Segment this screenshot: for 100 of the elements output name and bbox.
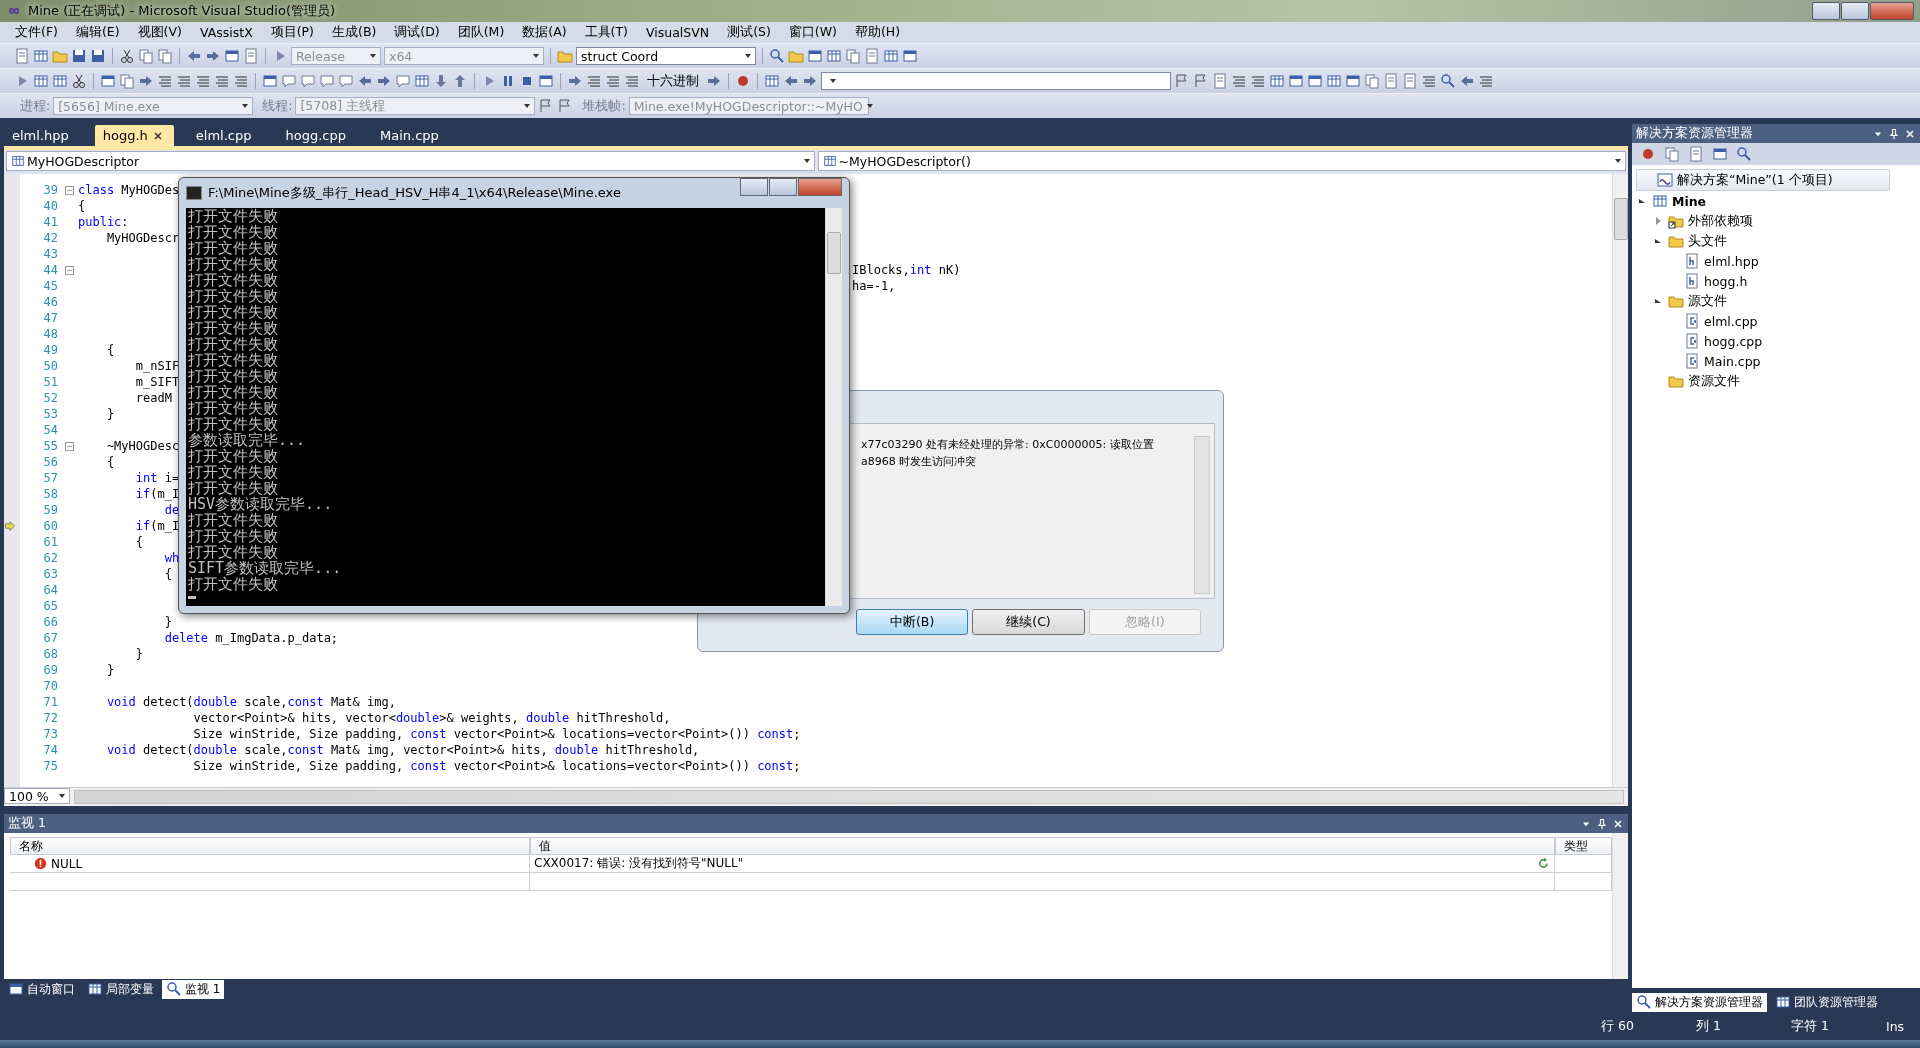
horizontal-scrollbar[interactable] [74, 790, 1624, 804]
menu-item[interactable]: 项目(P) [261, 22, 323, 43]
search-icon[interactable] [1736, 146, 1752, 162]
expander-icon[interactable] [1655, 239, 1661, 243]
tree-item[interactable]: 资源文件 [1632, 371, 1920, 391]
document-icon[interactable] [1402, 73, 1418, 89]
grid-icon[interactable] [1326, 73, 1342, 89]
window-icon[interactable] [1288, 73, 1304, 89]
window-icon[interactable] [1345, 73, 1361, 89]
refresh-icon[interactable] [1537, 857, 1550, 870]
speech-bubble-icon[interactable] [300, 73, 316, 89]
tree-item[interactable]: hogg.h [1632, 271, 1920, 291]
copy-icon[interactable] [157, 48, 173, 64]
document-icon[interactable] [864, 48, 880, 64]
vertical-scrollbar[interactable] [1612, 833, 1628, 979]
grid-icon[interactable] [764, 73, 780, 89]
close-icon[interactable] [1904, 127, 1916, 140]
save-icon[interactable] [71, 48, 87, 64]
vertical-scrollbar[interactable] [1612, 174, 1628, 787]
menu-item[interactable]: 文件(F) [6, 22, 67, 43]
grid-icon[interactable] [33, 48, 49, 64]
cut-icon[interactable] [71, 73, 87, 89]
menu-item[interactable]: 编辑(E) [66, 22, 129, 43]
search-icon[interactable] [1440, 73, 1456, 89]
column-header[interactable]: 类型 [1555, 837, 1612, 855]
lines-icon[interactable] [1478, 73, 1494, 89]
close-button[interactable] [1870, 2, 1914, 20]
tree-item[interactable]: Main.cpp [1632, 351, 1920, 371]
pin-icon[interactable] [1596, 817, 1608, 830]
left-arrow-icon[interactable] [186, 48, 202, 64]
menu-item[interactable]: 团队(M) [448, 22, 514, 43]
member-dropdown[interactable]: ~MyHOGDescriptor() [817, 151, 1626, 171]
speech-bubble-icon[interactable] [319, 73, 335, 89]
menu-item[interactable]: 视图(V) [128, 22, 191, 43]
left-arrow-icon[interactable] [357, 73, 373, 89]
minimize-button[interactable] [1812, 2, 1840, 20]
document-tab[interactable]: hogg.cpp [277, 125, 358, 146]
close-icon[interactable] [153, 131, 162, 140]
menu-item[interactable]: 数据(A) [513, 22, 576, 43]
copy-icon[interactable] [845, 48, 861, 64]
window-icon[interactable] [538, 73, 554, 89]
document-icon[interactable] [14, 48, 30, 64]
speech-bubble-icon[interactable] [281, 73, 297, 89]
save-icon[interactable] [90, 48, 106, 64]
window-icon[interactable] [224, 48, 240, 64]
document-tab[interactable]: hogg.h [94, 125, 174, 146]
lines-icon[interactable] [1231, 73, 1247, 89]
maximize-button[interactable] [1841, 2, 1869, 20]
left-arrow-icon[interactable] [783, 73, 799, 89]
tree-item[interactable]: elml.hpp [1632, 251, 1920, 271]
window-icon[interactable] [262, 73, 278, 89]
close-icon[interactable] [1612, 817, 1624, 830]
window-icon[interactable] [100, 73, 116, 89]
document-tab[interactable]: elml.cpp [187, 125, 264, 146]
menu-item[interactable]: 调试(D) [385, 22, 449, 43]
column-header[interactable]: 值 [530, 837, 1555, 855]
menu-item[interactable]: VAssistX [190, 23, 262, 42]
expander-icon[interactable] [1655, 299, 1661, 303]
tree-item[interactable]: 源文件 [1632, 291, 1920, 311]
grid-icon[interactable] [414, 73, 430, 89]
menu-item[interactable]: 工具(T) [575, 22, 637, 43]
collapse-icon[interactable] [64, 185, 74, 195]
grid-icon[interactable] [33, 73, 49, 89]
maximize-button[interactable] [769, 178, 797, 196]
menu-item[interactable]: VisualSVN [637, 23, 719, 42]
panel-tab[interactable]: 局部变量 [83, 979, 158, 999]
empty-dropdown[interactable] [821, 72, 1171, 90]
copy-icon[interactable] [1364, 73, 1380, 89]
grid-icon[interactable] [883, 48, 899, 64]
lines-icon[interactable] [586, 73, 602, 89]
folder-icon[interactable] [557, 48, 573, 64]
find-dropdown[interactable]: struct Coord [576, 47, 756, 65]
menu-item[interactable]: 帮助(H) [845, 22, 910, 43]
menu-item[interactable]: 生成(B) [323, 22, 386, 43]
tree-item[interactable]: elml.cpp [1632, 311, 1920, 331]
flag-icon[interactable] [1174, 73, 1190, 89]
hex-button[interactable]: 十六进制 [643, 72, 703, 90]
panel-tab[interactable]: 解决方案资源管理器 [1632, 992, 1767, 1012]
copy-icon[interactable] [1664, 146, 1680, 162]
grid-icon[interactable] [52, 73, 68, 89]
document-icon[interactable] [1383, 73, 1399, 89]
column-header[interactable]: 名称 [10, 837, 530, 855]
tree-item[interactable]: Mine [1632, 191, 1920, 211]
document-icon[interactable] [1212, 73, 1228, 89]
window-icon[interactable] [807, 48, 823, 64]
breakpoint-icon[interactable] [1640, 146, 1656, 162]
menu-item[interactable]: 测试(S) [718, 22, 780, 43]
tree-item[interactable]: hogg.cpp [1632, 331, 1920, 351]
tree-item[interactable]: 外部依赖项 [1632, 211, 1920, 231]
right-arrow-icon[interactable] [802, 73, 818, 89]
speech-bubble-icon[interactable] [338, 73, 354, 89]
lines-icon[interactable] [1421, 73, 1437, 89]
tree-item[interactable]: 解决方案“Mine”(1 个项目) [1636, 169, 1890, 191]
right-arrow-icon[interactable] [205, 48, 221, 64]
cut-icon[interactable] [119, 48, 135, 64]
lines-icon[interactable] [195, 73, 211, 89]
breakpoint-icon[interactable] [735, 73, 751, 89]
lines-icon[interactable] [1250, 73, 1266, 89]
close-button[interactable] [798, 178, 842, 196]
zoom-dropdown[interactable]: 100 % [4, 788, 70, 804]
